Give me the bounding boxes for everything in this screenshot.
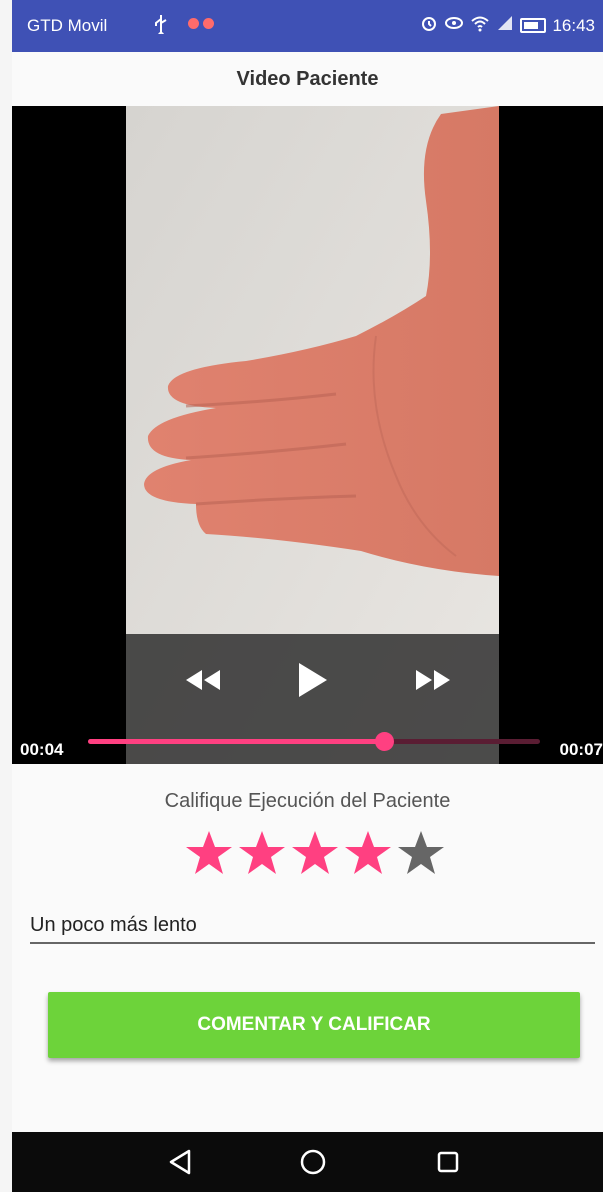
rewind-icon — [186, 670, 220, 690]
fast-forward-button[interactable] — [412, 658, 456, 702]
star-filled-icon[interactable] — [237, 828, 287, 878]
battery-icon — [520, 18, 547, 33]
total-duration: 00:07 — [559, 740, 603, 759]
recents-button[interactable] — [432, 1146, 464, 1178]
status-time: 16:43 — [552, 15, 595, 35]
notification-dots — [188, 18, 214, 29]
status-icons: 16:43 — [420, 14, 595, 37]
seek-bar-thumb[interactable] — [375, 732, 394, 751]
play-button[interactable] — [290, 658, 334, 702]
home-button[interactable] — [297, 1146, 329, 1178]
comment-field[interactable]: Un poco más lento — [30, 910, 595, 944]
navigation-bar — [12, 1132, 603, 1192]
home-icon — [300, 1149, 326, 1175]
recents-icon — [437, 1151, 459, 1173]
back-icon — [169, 1149, 191, 1175]
notification-dot-icon — [203, 18, 214, 29]
signal-icon — [496, 14, 514, 37]
elapsed-time: 00:04 — [20, 740, 64, 759]
app-screen: GTD Movil 16:43 Video Paciente 00:04 00:… — [12, 0, 603, 1192]
wifi-icon — [470, 14, 490, 37]
usb-icon — [152, 14, 170, 39]
status-bar: GTD Movil 16:43 — [12, 0, 603, 52]
star-empty-icon[interactable] — [396, 828, 446, 878]
seek-bar-progress — [88, 739, 384, 744]
app-bar: Video Paciente — [12, 52, 603, 106]
rewind-button[interactable] — [180, 658, 224, 702]
back-button[interactable] — [164, 1146, 196, 1178]
video-player[interactable]: 00:04 00:07 — [12, 106, 603, 764]
star-rating[interactable] — [184, 828, 446, 878]
device-frame: GTD Movil 16:43 Video Paciente 00:04 00:… — [0, 0, 603, 1192]
comment-and-rate-button[interactable]: COMENTAR Y CALIFICAR — [48, 992, 580, 1058]
page-title: Video Paciente — [236, 68, 379, 90]
fast-forward-icon — [416, 670, 450, 690]
notification-dot-icon — [188, 18, 199, 29]
star-filled-icon[interactable] — [290, 828, 340, 878]
play-icon — [299, 663, 327, 697]
eye-icon — [444, 14, 464, 37]
left-edge — [0, 0, 12, 1192]
alarm-icon — [420, 14, 438, 37]
carrier-name: GTD Movil — [27, 16, 108, 35]
star-filled-icon[interactable] — [184, 828, 234, 878]
star-filled-icon[interactable] — [343, 828, 393, 878]
rating-title: Califique Ejecución del Paciente — [164, 790, 451, 812]
